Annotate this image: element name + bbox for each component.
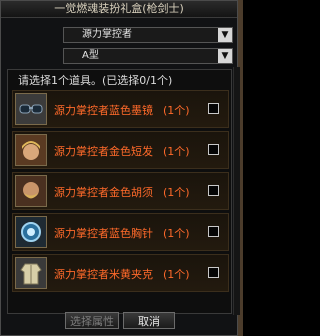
class-dropdown-value: 源力掌控者	[82, 29, 132, 40]
item-name: 源力掌控者金色胡须	[54, 186, 153, 199]
item-name: 源力掌控者米黄夹克	[54, 268, 153, 281]
list-item[interactable]: 源力掌控者蓝色墨镜 (1个)	[12, 90, 229, 128]
item-quantity: (1个)	[163, 186, 190, 199]
item-checkbox[interactable]	[208, 103, 219, 114]
item-name: 源力掌控者蓝色胸针	[54, 227, 153, 240]
scrollbar[interactable]	[233, 67, 240, 315]
brooch-icon	[15, 216, 47, 248]
type-dropdown[interactable]: A型 ▼	[63, 48, 233, 64]
item-checkbox[interactable]	[208, 267, 219, 278]
item-quantity: (1个)	[163, 227, 190, 240]
item-checkbox[interactable]	[208, 185, 219, 196]
type-dropdown-value: A型	[82, 50, 99, 61]
item-quantity: (1个)	[163, 104, 190, 117]
chevron-down-icon[interactable]: ▼	[218, 49, 232, 63]
item-quantity: (1个)	[163, 145, 190, 158]
item-quantity: (1个)	[163, 268, 190, 281]
sunglasses-icon	[15, 93, 47, 125]
list-item[interactable]: 源力掌控者米黄夹克 (1个)	[12, 254, 229, 292]
window-title: 一觉燃魂装扮礼盒(枪剑士)	[54, 2, 184, 15]
short-hair-icon	[15, 134, 47, 166]
item-checkbox[interactable]	[208, 144, 219, 155]
selection-hint: 请选择1个道具。(已选择0/1个)	[18, 74, 173, 87]
item-name: 源力掌控者蓝色墨镜	[54, 104, 153, 117]
title-bar: 一觉燃魂装扮礼盒(枪剑士)	[1, 1, 237, 18]
item-name: 源力掌控者金色短发	[54, 145, 153, 158]
list-item[interactable]: 源力掌控者蓝色胸针 (1个)	[12, 213, 229, 251]
cancel-button[interactable]: 取消	[123, 312, 175, 329]
list-item[interactable]: 源力掌控者金色短发 (1个)	[12, 131, 229, 169]
select-attribute-button[interactable]: 选择属性	[65, 312, 119, 329]
list-item[interactable]: 源力掌控者金色胡须 (1个)	[12, 172, 229, 210]
beard-icon	[15, 175, 47, 207]
class-dropdown[interactable]: 源力掌控者 ▼	[63, 27, 233, 43]
jacket-icon	[15, 257, 47, 289]
gift-box-window: 一觉燃魂装扮礼盒(枪剑士) 源力掌控者 ▼ A型 ▼ 请选择1个道具。(已选择0…	[0, 0, 240, 336]
chevron-down-icon[interactable]: ▼	[218, 28, 232, 42]
item-list-panel: 请选择1个道具。(已选择0/1个) 源力掌控者蓝色墨镜 (1个) 源力掌控者金色…	[7, 69, 232, 314]
item-checkbox[interactable]	[208, 226, 219, 237]
